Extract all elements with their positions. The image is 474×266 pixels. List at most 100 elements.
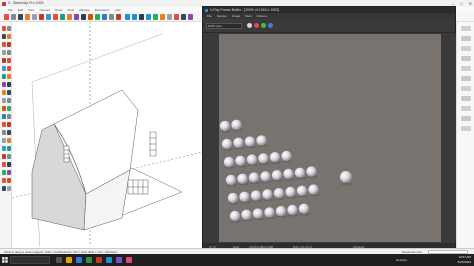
menu-help[interactable]: Help [115,8,121,12]
sketchup-taskbar-icon[interactable] [96,257,102,263]
vfb-menu-view[interactable]: View [245,14,251,18]
arc-icon[interactable] [2,42,6,47]
vfb-channel-select[interactable]: RGB color [206,23,242,29]
components-icon[interactable] [461,46,471,51]
push-pull-icon[interactable] [2,58,6,63]
scenes-icon[interactable] [461,76,471,81]
text-icon[interactable] [7,90,11,95]
rotate-tool-icon[interactable] [53,14,58,20]
sandbox-icon[interactable] [2,146,6,151]
menu-camera[interactable]: Camera [39,8,50,12]
3d-text-icon[interactable] [7,98,11,103]
pan-tool-icon[interactable] [102,14,107,20]
soften-edges-icon[interactable] [461,106,471,111]
line-tool-icon[interactable] [18,14,23,20]
paint-icon[interactable] [2,106,6,111]
pie-icon[interactable] [7,42,11,47]
vray-light-icon[interactable] [153,14,158,20]
scale-tool-icon[interactable] [60,14,65,20]
layout-icon[interactable] [7,170,11,175]
walk-icon[interactable] [2,130,6,135]
intersect-icon[interactable] [2,186,6,191]
rotated-rectangle-icon[interactable] [7,50,11,55]
scale-icon[interactable] [2,74,6,79]
photos-taskbar-icon[interactable] [126,257,132,263]
drape-icon[interactable] [7,154,11,159]
flip-icon[interactable] [2,162,6,167]
vray-frame-buffer-icon[interactable] [146,14,151,20]
vray-fur-icon[interactable] [174,14,179,20]
close-button[interactable]: ✕ [469,1,472,6]
smoove-icon[interactable] [7,146,11,151]
rectangle-icon[interactable] [2,50,6,55]
freehand-icon[interactable] [7,34,11,39]
outliner-icon[interactable] [461,126,471,131]
select-tool-icon[interactable] [4,14,9,20]
materials-icon[interactable] [461,36,471,41]
taskbar-search-box[interactable] [10,256,50,264]
app-taskbar-icon[interactable] [116,257,122,263]
menu-edit[interactable]: Edit [18,8,23,12]
axes-icon[interactable] [2,98,6,103]
look-around-icon[interactable] [7,130,11,135]
extension-icon[interactable] [2,170,6,175]
stamp-icon[interactable] [2,154,6,159]
tape-measure-icon[interactable] [74,14,79,20]
solid-tools-icon[interactable] [2,178,6,183]
styles-icon[interactable] [461,56,471,61]
menu-draw[interactable]: Draw [55,8,62,12]
rotate-icon[interactable] [7,66,11,71]
menu-extensions[interactable]: Extensions [95,8,110,12]
file-explorer-icon[interactable] [66,257,72,263]
menu-window[interactable]: Window [79,8,90,12]
zoom-extents-left-icon[interactable] [7,122,11,127]
component-icon[interactable] [7,26,11,31]
tape-icon[interactable] [2,82,6,87]
offset-icon[interactable] [7,74,11,79]
shadows-icon[interactable] [461,86,471,91]
zoom-window-icon[interactable] [2,122,6,127]
warehouse-icon[interactable] [7,162,11,167]
vfb-menu-image[interactable]: Image [232,14,240,18]
arc-tool-icon[interactable] [25,14,30,20]
vfb-red-channel-icon[interactable] [254,23,259,28]
desktop-toolbar-label[interactable]: Desktop [396,258,407,262]
vray-sphere-light-icon[interactable] [160,14,165,20]
section-plane-icon[interactable] [2,138,6,143]
position-camera-icon[interactable] [7,138,11,143]
shape-tool-icon[interactable] [32,14,37,20]
pencil-icon[interactable] [2,34,6,39]
instructor-icon[interactable] [461,116,471,121]
task-view-icon[interactable] [56,257,62,263]
vfb-green-channel-icon[interactable] [261,23,266,28]
menu-file[interactable]: File [8,8,13,12]
vray-asset-editor-icon[interactable] [139,14,144,20]
orbit-tool-icon[interactable] [95,14,100,20]
move-tool-icon[interactable] [46,14,51,20]
chrome-browser-icon[interactable] [86,257,92,263]
offset-tool-icon[interactable] [67,14,72,20]
maximize-button[interactable]: □ [460,1,462,6]
vray-proxy-icon[interactable] [167,14,172,20]
modeling-viewport[interactable] [12,22,202,246]
push-pull-tool-icon[interactable] [39,14,44,20]
edge-browser-icon[interactable] [76,257,82,263]
menu-view[interactable]: View [28,8,34,12]
vfb-white-channel-icon[interactable] [247,23,252,28]
menu-tools[interactable]: Tools [67,8,74,12]
vray-taskbar-icon[interactable] [106,257,112,263]
pan-icon[interactable] [2,114,6,119]
union-icon[interactable] [7,186,11,191]
fog-icon[interactable] [461,96,471,101]
vfb-blue-channel-icon[interactable] [268,23,273,28]
dimension-icon[interactable] [7,82,11,87]
paint-bucket-icon[interactable] [88,14,93,20]
vray-interactive-icon[interactable] [132,14,137,20]
vfb-menu-render[interactable]: Render [217,14,227,18]
follow-me-icon[interactable] [7,58,11,63]
vray-plane-icon[interactable] [181,14,186,20]
system-tray-clock[interactable]: 10:57 AM 5/25/2023 [458,255,471,264]
move-icon[interactable] [2,66,6,71]
zoom-extents-icon[interactable] [116,14,121,20]
vfb-menu-options[interactable]: Options [256,14,266,18]
